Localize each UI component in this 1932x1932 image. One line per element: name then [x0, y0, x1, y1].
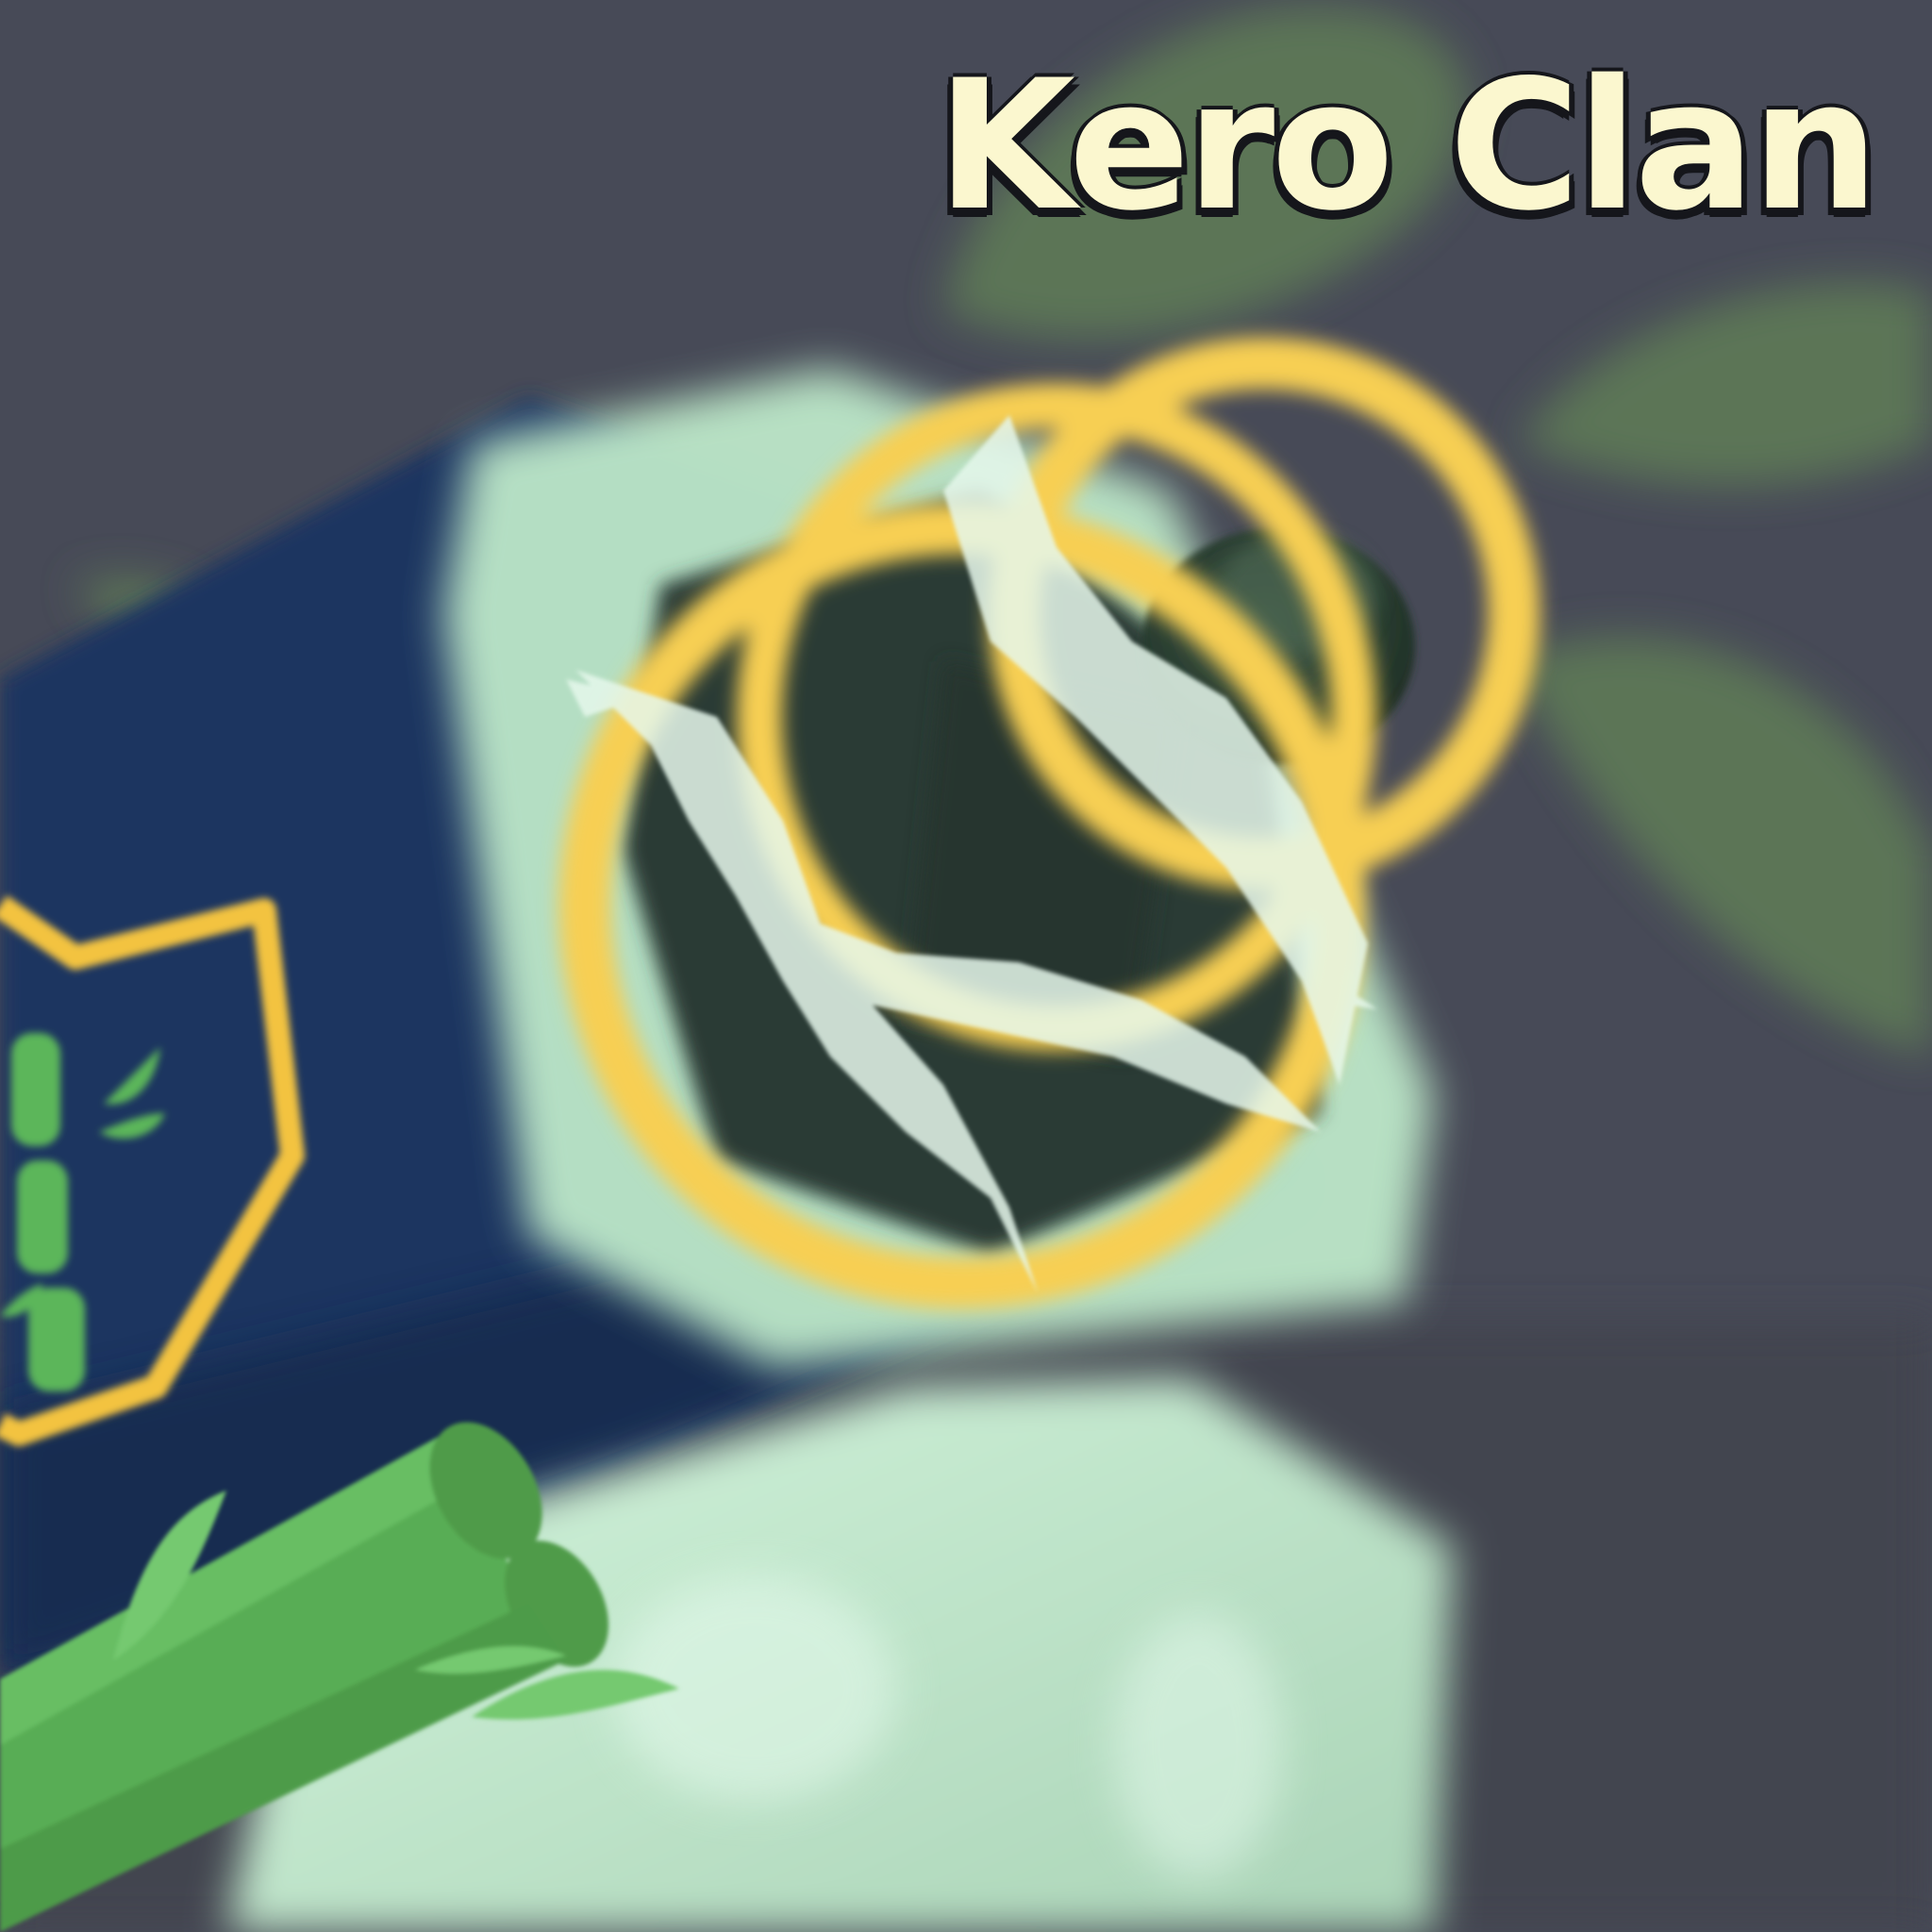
illustration-canvas: [0, 0, 1932, 1932]
clan-title: Kero Clan: [936, 42, 1879, 250]
